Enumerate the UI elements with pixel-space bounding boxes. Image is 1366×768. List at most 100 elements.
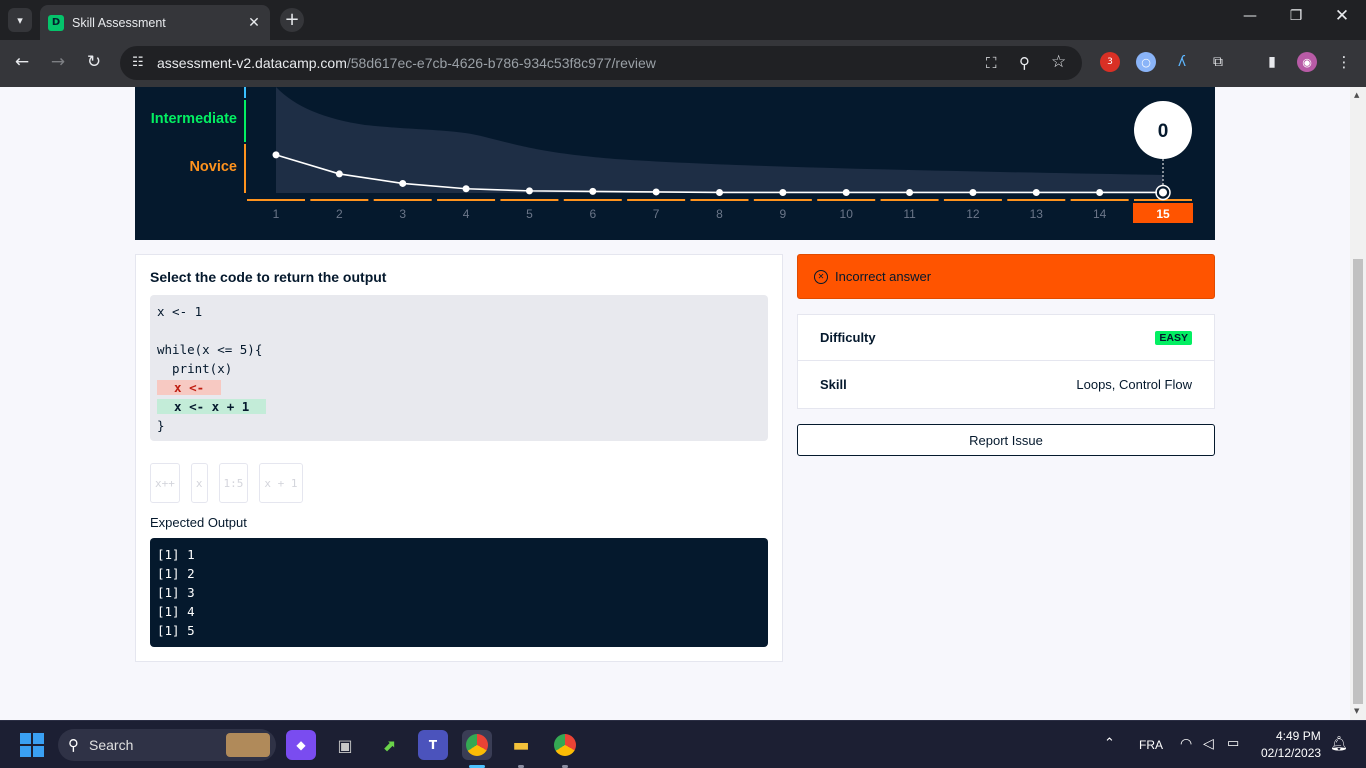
confidence-band (276, 87, 1163, 193)
side-panel-icon[interactable]: ▮ (1262, 52, 1282, 72)
chrome-active-app-icon[interactable] (462, 730, 492, 760)
x-tick-label[interactable]: 1 (273, 207, 280, 221)
url-path: /58d617ec-e7cb-4626-b786-934c53f8c977/re… (346, 55, 656, 71)
x-tick-label[interactable]: 9 (780, 207, 787, 221)
answer-option-chip[interactable]: x (190, 463, 208, 503)
x-tick-label[interactable]: 8 (716, 207, 723, 221)
clock-time[interactable]: 4:49 PM (1276, 729, 1321, 743)
tab-title: Skill Assessment (72, 15, 166, 30)
score-point[interactable] (1096, 188, 1104, 196)
file-explorer-icon[interactable]: ▬ (506, 730, 536, 760)
x-tick-label[interactable]: 12 (966, 207, 980, 221)
x-tick-label[interactable]: 5 (526, 207, 533, 221)
reload-icon[interactable]: ↻ (82, 52, 106, 72)
x-tick-label[interactable]: 13 (1030, 207, 1044, 221)
search-highlight-image (226, 733, 270, 757)
x-tick-label[interactable]: 3 (399, 207, 406, 221)
close-window-icon[interactable]: ✕ (1322, 6, 1362, 26)
score-point[interactable] (906, 188, 914, 196)
browser-toolbar: ← → ↻ ☷ assessment-v2.datacamp.com/58d61… (0, 40, 1366, 87)
score-point[interactable] (462, 185, 470, 193)
restore-window-icon[interactable]: ❐ (1276, 8, 1316, 24)
score-point[interactable] (1032, 188, 1040, 196)
output-line: [1] 5 (157, 623, 195, 638)
novice-label: Novice (189, 159, 237, 175)
site-info-icon[interactable]: ☷ (132, 55, 144, 70)
zoom-icon[interactable]: ⚲ (1019, 54, 1030, 72)
incorrect-answer-banner: ✕ Incorrect answer (797, 254, 1215, 299)
question-prompt: Select the code to return the output (150, 269, 387, 285)
wrong-answer-line: x <- (157, 380, 222, 395)
extension-search-icon[interactable]: ○ (1136, 52, 1156, 72)
answer-option-chip[interactable]: x + 1 (259, 463, 303, 503)
language-indicator[interactable]: FRA (1139, 738, 1163, 752)
intermediate-label: Intermediate (151, 111, 237, 127)
x-tick-label[interactable]: 10 (840, 207, 854, 221)
tray-expand-icon[interactable]: ⌃ (1104, 735, 1115, 751)
score-point[interactable] (399, 179, 407, 187)
page-scrollbar[interactable]: ▲ ▼ (1350, 87, 1366, 720)
question-card: Select the code to return the output x <… (135, 254, 783, 662)
notification-bell-icon[interactable]: 🔔︎ (1330, 735, 1348, 752)
chrome-profile-app-icon[interactable] (550, 730, 580, 760)
scroll-thumb[interactable] (1353, 259, 1363, 704)
code-line: x <- x + 1 (157, 397, 761, 416)
score-point[interactable] (652, 188, 660, 196)
stock-app-icon[interactable]: ⬈ (374, 730, 404, 760)
extensions-puzzle-icon[interactable]: ⧉ (1208, 52, 1228, 72)
bookmark-star-icon[interactable]: ☆ (1051, 52, 1066, 72)
url-domain: assessment-v2.datacamp.com (157, 55, 347, 71)
url-text[interactable]: assessment-v2.datacamp.com/58d617ec-e7cb… (157, 55, 656, 71)
x-tick-label[interactable]: 2 (336, 207, 343, 221)
x-tick-label[interactable]: 11 (903, 207, 916, 221)
score-point[interactable] (589, 187, 597, 195)
scroll-up-arrow-icon[interactable]: ▲ (1354, 91, 1359, 99)
back-arrow-icon[interactable]: ← (10, 52, 34, 72)
browser-menu-icon[interactable]: ⋮ (1334, 52, 1354, 72)
wifi-icon[interactable]: ◠ (1180, 735, 1192, 752)
score-point[interactable] (969, 188, 977, 196)
question-info-card: Difficulty EASY Skill Loops, Control Flo… (797, 314, 1215, 409)
score-point[interactable] (842, 188, 850, 196)
new-tab-button[interactable]: + (280, 8, 304, 32)
search-icon: ⚲ (68, 736, 79, 754)
task-view-icon[interactable]: ▣ (330, 730, 360, 760)
report-issue-button[interactable]: Report Issue (797, 424, 1215, 456)
extension-badge: 3 (1107, 57, 1113, 67)
output-line: [1] 2 (157, 566, 195, 581)
taskbar-search[interactable]: ⚲ Search (58, 729, 276, 761)
x-tick-label[interactable]: 7 (653, 207, 660, 221)
teams-app-icon[interactable]: T (418, 730, 448, 760)
code-line: while(x <= 5){ (157, 342, 263, 357)
extension-translator-icon[interactable]: ʎ (1172, 52, 1192, 72)
profile-avatar[interactable]: ◉ (1297, 52, 1317, 72)
browser-tab-active[interactable]: D Skill Assessment ✕ (40, 5, 270, 40)
score-point[interactable] (525, 187, 533, 195)
x-tick-label[interactable]: 4 (463, 207, 470, 221)
x-tick-label[interactable]: 6 (589, 207, 596, 221)
answer-option-chip[interactable]: x++ (150, 463, 180, 503)
tab-close-icon[interactable]: ✕ (244, 15, 264, 31)
scroll-down-arrow-icon[interactable]: ▼ (1354, 707, 1359, 715)
error-circle-icon: ✕ (814, 269, 828, 284)
address-bar[interactable]: ☷ assessment-v2.datacamp.com/58d617ec-e7… (120, 46, 1082, 80)
x-tick-label[interactable]: 15 (1156, 207, 1170, 221)
answer-option-chip[interactable]: 1:5 (218, 463, 249, 503)
minimize-window-icon[interactable]: — (1230, 8, 1270, 24)
windows-start-icon[interactable] (20, 733, 44, 757)
score-point[interactable] (1157, 186, 1169, 199)
copilot-app-icon[interactable]: ◆ (286, 730, 316, 760)
tab-search-button[interactable]: ▾ (8, 8, 32, 32)
score-point[interactable] (335, 170, 343, 178)
volume-icon[interactable]: ◁ (1203, 735, 1214, 752)
translate-icon[interactable]: ⛶ (986, 54, 997, 72)
score-point[interactable] (272, 151, 280, 159)
x-tick-label[interactable]: 14 (1093, 207, 1107, 221)
extension-red-icon[interactable]: 3 (1100, 52, 1120, 72)
battery-icon[interactable]: ▭ (1227, 735, 1239, 751)
forward-arrow-icon[interactable]: → (46, 52, 70, 72)
score-point[interactable] (779, 188, 787, 196)
score-point[interactable] (716, 188, 723, 196)
clock-date[interactable]: 02/12/2023 (1261, 746, 1321, 760)
windows-taskbar: ⚲ Search ◆ ▣ ⬈ T ▬ ⌃ FRA ◠ ◁ ▭ 4:49 PM 0… (0, 720, 1366, 768)
